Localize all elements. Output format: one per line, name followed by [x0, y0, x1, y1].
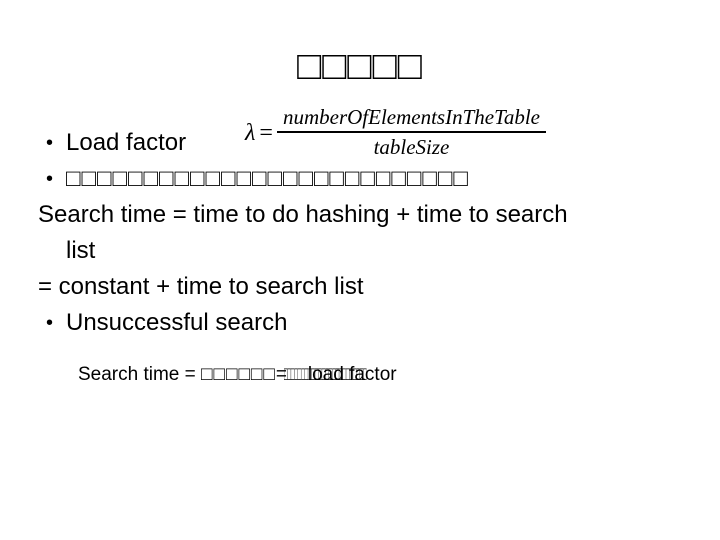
formula-fraction: numberOfElementsInTheTable tableSize — [276, 105, 546, 160]
subline-prefix: Search time = — [78, 364, 202, 385]
subline-tofu-wide: □□□□□□ — [201, 364, 276, 385]
bullet-load-factor-label: Load factor — [66, 129, 187, 156]
line-search-time-definition-text: Search time = time to do hashing + time … — [38, 201, 568, 228]
fraction-denominator: tableSize — [373, 135, 450, 159]
fraction-numerator: numberOfElementsInTheTable — [276, 105, 546, 133]
bullet-unsuccessful-search: Unsuccessful search — [30, 305, 720, 341]
line-constant-plus-search-text: = constant + time to search list — [38, 273, 364, 300]
line-search-time-continuation: list — [30, 233, 720, 269]
slide-body: Load factor λ = numberOfElementsInTheTab… — [30, 105, 720, 341]
subline-unsuccessful-search-time: Search time = □□□□□□ = □□□□□□□□□□□□□□□□□… — [78, 362, 397, 388]
bullet-load-factor: Load factor λ = numberOfElementsInTheTab… — [30, 105, 720, 161]
slide-canvas: □□□□□ Load factor λ = numberOfElementsIn… — [0, 0, 720, 540]
bullet-missing-glyphs: □□□□□□□□□□□□□□□□□□□□□□□□□□ — [30, 161, 720, 197]
line-constant-plus-search: = constant + time to search list — [30, 269, 720, 305]
load-factor-formula: λ = numberOfElementsInTheTable tableSize — [245, 105, 546, 160]
subline-overlay-load-factor: load factor — [307, 364, 397, 385]
lambda-symbol: λ — [245, 119, 256, 146]
slide-title: □□□□□ — [297, 44, 423, 88]
subline-overlap-group: = □□□□□□□□□□□□□□□□□□□□□□□□ load factor — [276, 362, 397, 388]
line-search-time-definition: Search time = time to do hashing + time … — [30, 197, 720, 233]
bullet-unsuccessful-search-label: Unsuccessful search — [66, 309, 288, 336]
formula-equals-sign: = — [259, 119, 273, 146]
line-search-time-continuation-text: list — [66, 237, 96, 264]
bullet-missing-glyphs-text: □□□□□□□□□□□□□□□□□□□□□□□□□□ — [66, 165, 469, 192]
